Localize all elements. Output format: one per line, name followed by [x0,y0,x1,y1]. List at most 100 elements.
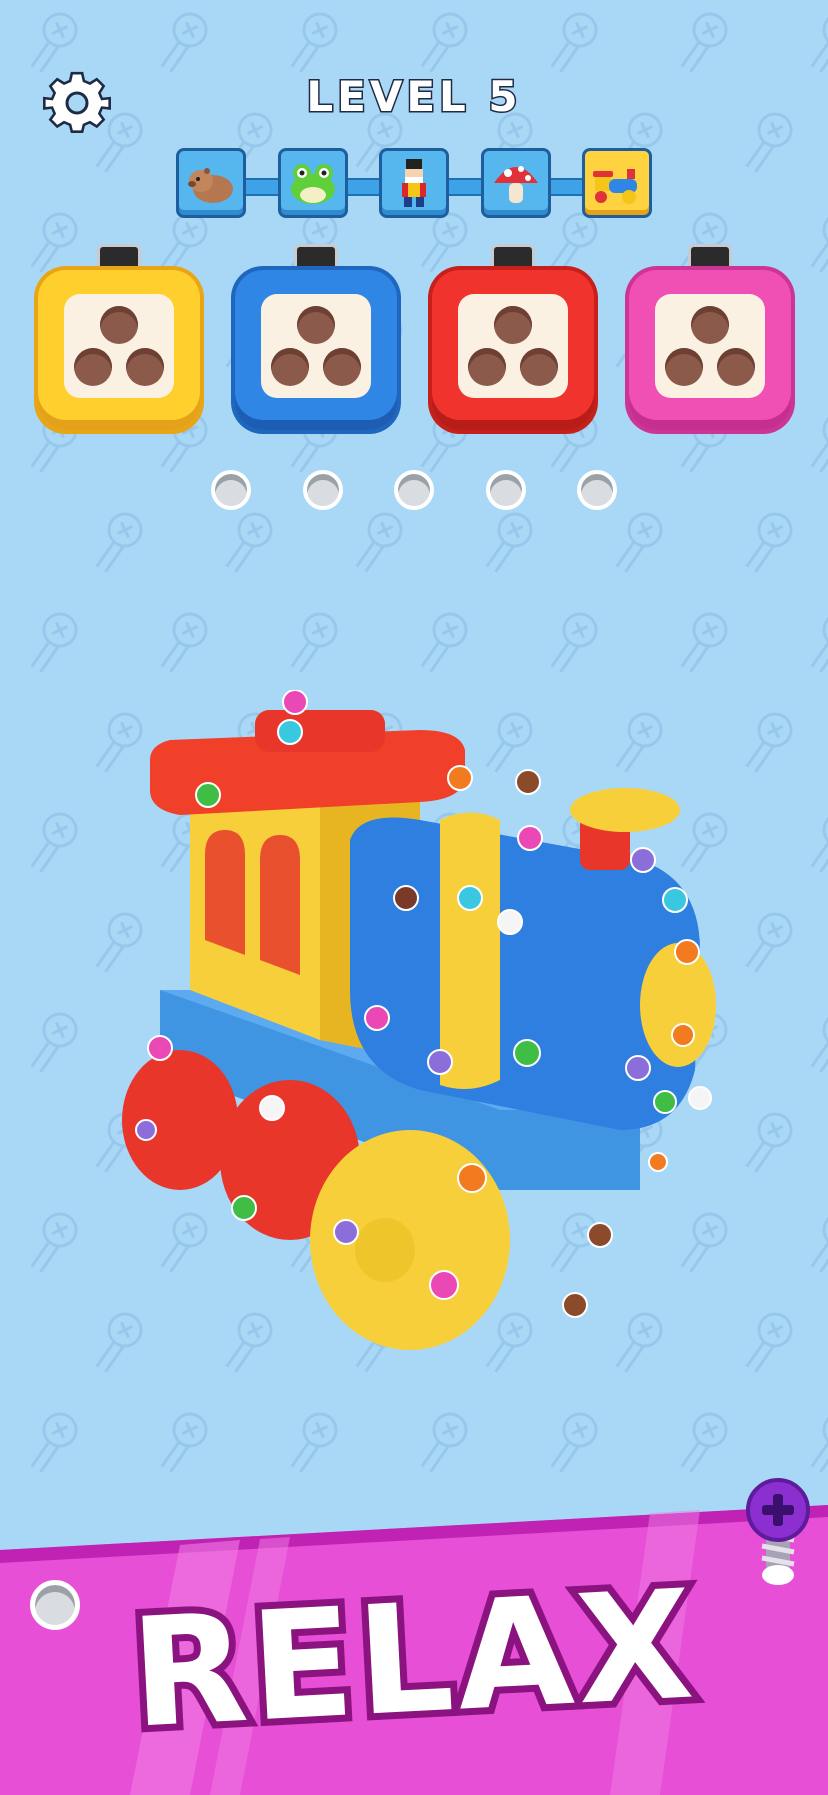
level-node-train [582,148,652,218]
nutcracker-icon [402,159,426,207]
pattern-screw-icon [417,607,473,681]
screw [447,765,473,791]
pattern-screw-icon [27,607,83,681]
pattern-screw-icon [417,1407,473,1481]
screw-box-pink[interactable] [629,240,791,434]
screw [497,909,523,935]
buffer-slot[interactable] [394,470,434,510]
level-node-nutcracker [379,148,449,218]
mushroom-icon [494,166,538,203]
screw [427,1049,453,1075]
screw-box-red[interactable] [432,240,594,434]
top-bar: LEVEL 5 [0,0,828,240]
screw [630,847,656,873]
screw [277,719,303,745]
screw [429,1270,459,1300]
screw [333,1219,359,1245]
add-screw-button[interactable] [744,1478,812,1588]
train-icon [593,169,637,204]
pattern-screw-icon [222,507,278,581]
screw [688,1086,712,1110]
cabin-window [205,830,245,955]
screw [671,1023,695,1047]
frog-icon [291,164,335,204]
roof-chimney-block [255,710,385,752]
pattern-screw-icon [807,1007,828,1081]
screw-box-blue[interactable] [235,240,397,434]
screw [147,1035,173,1061]
pattern-screw-icon [27,1007,83,1081]
level-title: LEVEL 5 [305,71,522,123]
buffer-slot[interactable] [577,470,617,510]
pattern-screw-icon [27,807,83,881]
buffer-slot[interactable] [303,470,343,510]
smokestack-top [570,788,680,832]
pattern-screw-icon [287,607,343,681]
box-body [432,270,594,430]
buffer-slot[interactable] [211,470,251,510]
pattern-screw-icon [807,607,828,681]
buffer-slot-extra[interactable] [30,1580,80,1630]
level-progress [176,148,652,220]
screw-hole [100,306,138,344]
level-node-mushroom [481,148,551,218]
pattern-screw-icon [482,507,538,581]
pattern-screw-icon [742,1107,798,1181]
screw-hole [297,306,335,344]
screw-hole [468,348,506,386]
boiler-band [440,812,500,1089]
capybara-icon [188,168,233,203]
screw [662,887,688,913]
cabin-window [260,835,300,975]
screw [674,939,700,965]
pattern-screw-icon [742,907,798,981]
pattern-screw-icon [807,1207,828,1281]
screw [364,1005,390,1031]
pattern-screw-icon [27,1407,83,1481]
level-node-capybara [176,148,246,218]
screw-hole [74,348,112,386]
pattern-screw-icon [677,607,733,681]
buffer-slot[interactable] [486,470,526,510]
screw [625,1055,651,1081]
screw-hole [494,306,532,344]
level-node-frog [278,148,348,218]
screw [457,885,483,911]
screw-hole [691,306,729,344]
pattern-screw-icon [157,1407,213,1481]
box-tray [261,294,371,398]
pattern-screw-icon [547,607,603,681]
wheel-front-hub [355,1218,415,1282]
screw-box-yellow[interactable] [38,240,200,434]
pattern-screw-icon [742,507,798,581]
box-tray [655,294,765,398]
pattern-screw-icon [742,707,798,781]
screw [653,1090,677,1114]
screw [231,1195,257,1221]
buffer-slots [0,470,828,514]
screw-hole [717,348,755,386]
screw [515,769,541,795]
screw-hole [665,348,703,386]
box-body [235,270,397,430]
screw [282,690,308,715]
screw [517,825,543,851]
screw [587,1222,613,1248]
pattern-screw-icon [92,507,148,581]
pattern-screw-icon [807,1407,828,1481]
toy-train-puzzle[interactable] [120,690,740,1370]
screw-hole [323,348,361,386]
pattern-screw-icon [547,1407,603,1481]
screw [562,1292,588,1318]
pattern-screw-icon [677,1407,733,1481]
screw-hole [271,348,309,386]
screw [648,1152,668,1172]
pattern-screw-icon [27,1207,83,1281]
screw [393,885,419,911]
pattern-screw-icon [157,607,213,681]
boiler-front [640,943,716,1067]
screw [513,1039,541,1067]
box-tray [64,294,174,398]
screw [259,1095,285,1121]
pattern-screw-icon [807,807,828,881]
